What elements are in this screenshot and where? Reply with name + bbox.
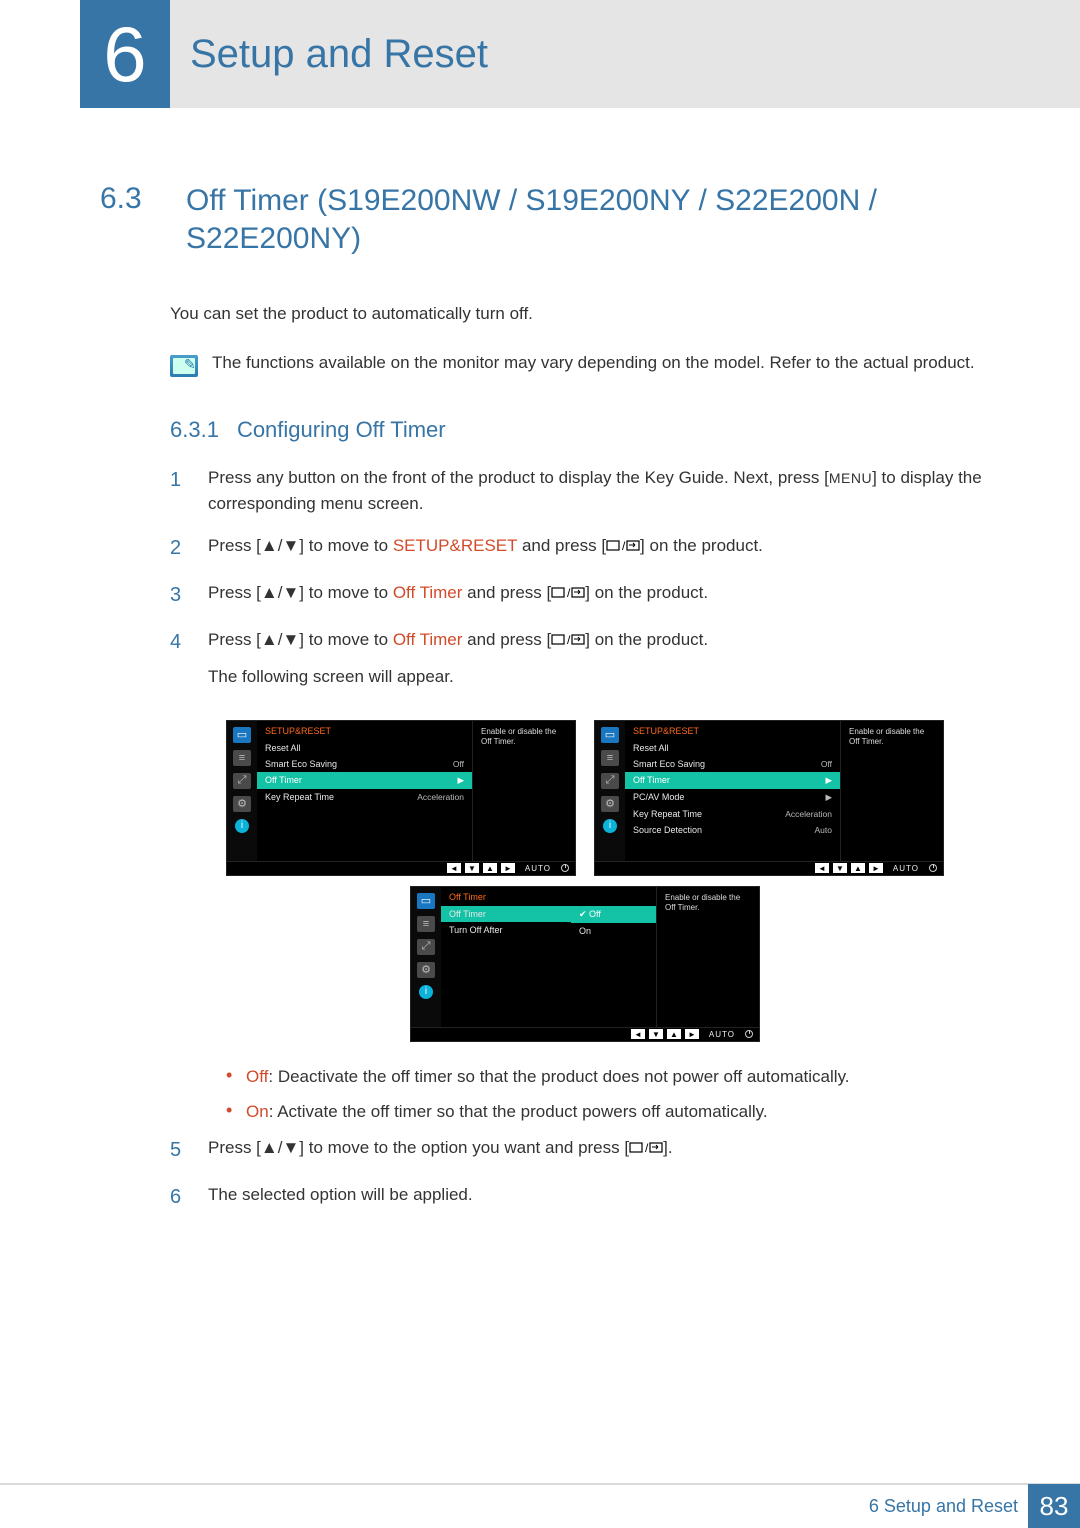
- page-number: 83: [1028, 1484, 1080, 1528]
- subsection-title: Configuring Off Timer: [237, 417, 446, 443]
- osd-menu-header: SETUP&RESET: [625, 724, 840, 740]
- osd-menu-row: Off Timer▶: [625, 772, 840, 789]
- enter-source-icon: /: [551, 630, 585, 649]
- enter-source-icon: /: [606, 536, 640, 555]
- size-icon: ⤢: [417, 939, 435, 955]
- note-icon: [170, 355, 198, 377]
- osd-menu-row: PC/AV Mode▶: [625, 789, 840, 806]
- subsection-heading: 6.3.1 Configuring Off Timer: [170, 417, 1000, 443]
- osd-menu-row: Smart Eco SavingOff: [257, 756, 472, 772]
- osd-menu-row: Key Repeat TimeAcceleration: [257, 789, 472, 805]
- nav-arrows-icon: ◄▼▲►: [631, 1029, 699, 1039]
- step-2: 2 Press [▲/▼] to move to SETUP&RESET and…: [170, 533, 1000, 564]
- osd-option: On: [571, 923, 656, 939]
- step-1: 1 Press any button on the front of the p…: [170, 465, 1000, 518]
- page-footer: 6 Setup and Reset 83: [0, 1483, 1080, 1527]
- size-icon: ⤢: [601, 773, 619, 789]
- subsection-number: 6.3.1: [170, 417, 219, 443]
- step-6: 6 The selected option will be applied.: [170, 1182, 1000, 1213]
- step-4: 4 Press [▲/▼] to move to Off Timer and p…: [170, 627, 1000, 690]
- up-down-arrows-icon: ▲/▼: [261, 536, 299, 555]
- osd-footer: ◄▼▲► AUTO: [227, 861, 575, 875]
- picture-icon: ▭: [601, 727, 619, 743]
- menu-label: MENU: [829, 470, 872, 486]
- enter-source-icon: /: [551, 583, 585, 602]
- up-down-arrows-icon: ▲/▼: [261, 630, 299, 649]
- osd-footer: ◄▼▲► AUTO: [411, 1027, 759, 1041]
- page-header: 6 Setup and Reset: [0, 0, 1080, 108]
- color-icon: ≡: [417, 916, 435, 932]
- intro-paragraph: You can set the product to automatically…: [170, 301, 1000, 327]
- osd-footer: ◄▼▲► AUTO: [595, 861, 943, 875]
- osd-menu-row: Source DetectionAuto: [625, 822, 840, 838]
- osd-sidebar: ▭ ≡ ⤢ ⚙ i: [595, 721, 625, 861]
- step-3: 3 Press [▲/▼] to move to Off Timer and p…: [170, 580, 1000, 611]
- power-icon: [745, 1030, 753, 1038]
- svg-text:/: /: [622, 539, 626, 553]
- section-number: 6.3: [100, 182, 170, 257]
- osd-panel-2: ▭ ≡ ⤢ ⚙ i SETUP&RESETReset AllSmart Eco …: [594, 720, 944, 876]
- power-icon: [929, 864, 937, 872]
- osd-sidebar: ▭ ≡ ⤢ ⚙ i: [227, 721, 257, 861]
- info-icon: i: [603, 819, 617, 833]
- picture-icon: ▭: [233, 727, 251, 743]
- step-5: 5 Press [▲/▼] to move to the option you …: [170, 1135, 1000, 1166]
- enter-source-icon: /: [629, 1138, 663, 1157]
- osd-menu-row: Turn Off After: [441, 922, 571, 938]
- svg-text:/: /: [645, 1141, 649, 1155]
- chapter-number-tab: 6: [80, 0, 170, 108]
- osd-panel-3: ▭ ≡ ⤢ ⚙ i Off TimerOff TimerTurn Off Aft…: [410, 886, 760, 1042]
- osd-menu-row: Reset All: [257, 740, 472, 756]
- osd-option: ✔ Off: [571, 906, 656, 923]
- bullet-off: Off: Deactivate the off timer so that th…: [226, 1064, 1000, 1090]
- up-down-arrows-icon: ▲/▼: [261, 1138, 299, 1157]
- settings-gear-icon: ⚙: [233, 796, 251, 812]
- section-heading: 6.3 Off Timer (S19E200NW / S19E200NY / S…: [100, 182, 1000, 257]
- size-icon: ⤢: [233, 773, 251, 789]
- osd-menu-row: Off Timer▶: [257, 772, 472, 789]
- settings-gear-icon: ⚙: [417, 962, 435, 978]
- picture-icon: ▭: [417, 893, 435, 909]
- osd-menu-header: SETUP&RESET: [257, 724, 472, 740]
- osd-menu-header: Off Timer: [441, 890, 571, 906]
- settings-gear-icon: ⚙: [601, 796, 619, 812]
- osd-menu-row: Off Timer: [441, 906, 571, 922]
- osd-sidebar: ▭ ≡ ⤢ ⚙ i: [411, 887, 441, 1027]
- note-text: The functions available on the monitor m…: [212, 353, 975, 373]
- nav-arrows-icon: ◄▼▲►: [815, 863, 883, 873]
- chapter-title: Setup and Reset: [170, 0, 1080, 108]
- svg-text:/: /: [567, 633, 571, 647]
- info-icon: i: [419, 985, 433, 999]
- note-block: The functions available on the monitor m…: [170, 353, 1000, 377]
- osd-panel-1: ▭ ≡ ⤢ ⚙ i SETUP&RESETReset AllSmart Eco …: [226, 720, 576, 876]
- info-icon: i: [235, 819, 249, 833]
- section-title: Off Timer (S19E200NW / S19E200NY / S22E2…: [186, 182, 1000, 257]
- osd-description: Enable or disable the Off Timer.: [840, 721, 943, 861]
- color-icon: ≡: [601, 750, 619, 766]
- svg-text:/: /: [567, 586, 571, 600]
- up-down-arrows-icon: ▲/▼: [261, 583, 299, 602]
- nav-arrows-icon: ◄▼▲►: [447, 863, 515, 873]
- bullet-on: On: Activate the off timer so that the p…: [226, 1099, 1000, 1125]
- footer-chapter-label: 6 Setup and Reset: [869, 1496, 1018, 1517]
- power-icon: [561, 864, 569, 872]
- osd-description: Enable or disable the Off Timer.: [472, 721, 575, 861]
- osd-menu-row: Key Repeat TimeAcceleration: [625, 806, 840, 822]
- color-icon: ≡: [233, 750, 251, 766]
- osd-menu-row: Smart Eco SavingOff: [625, 756, 840, 772]
- osd-menu-row: Reset All: [625, 740, 840, 756]
- osd-description: Enable or disable the Off Timer.: [656, 887, 759, 1027]
